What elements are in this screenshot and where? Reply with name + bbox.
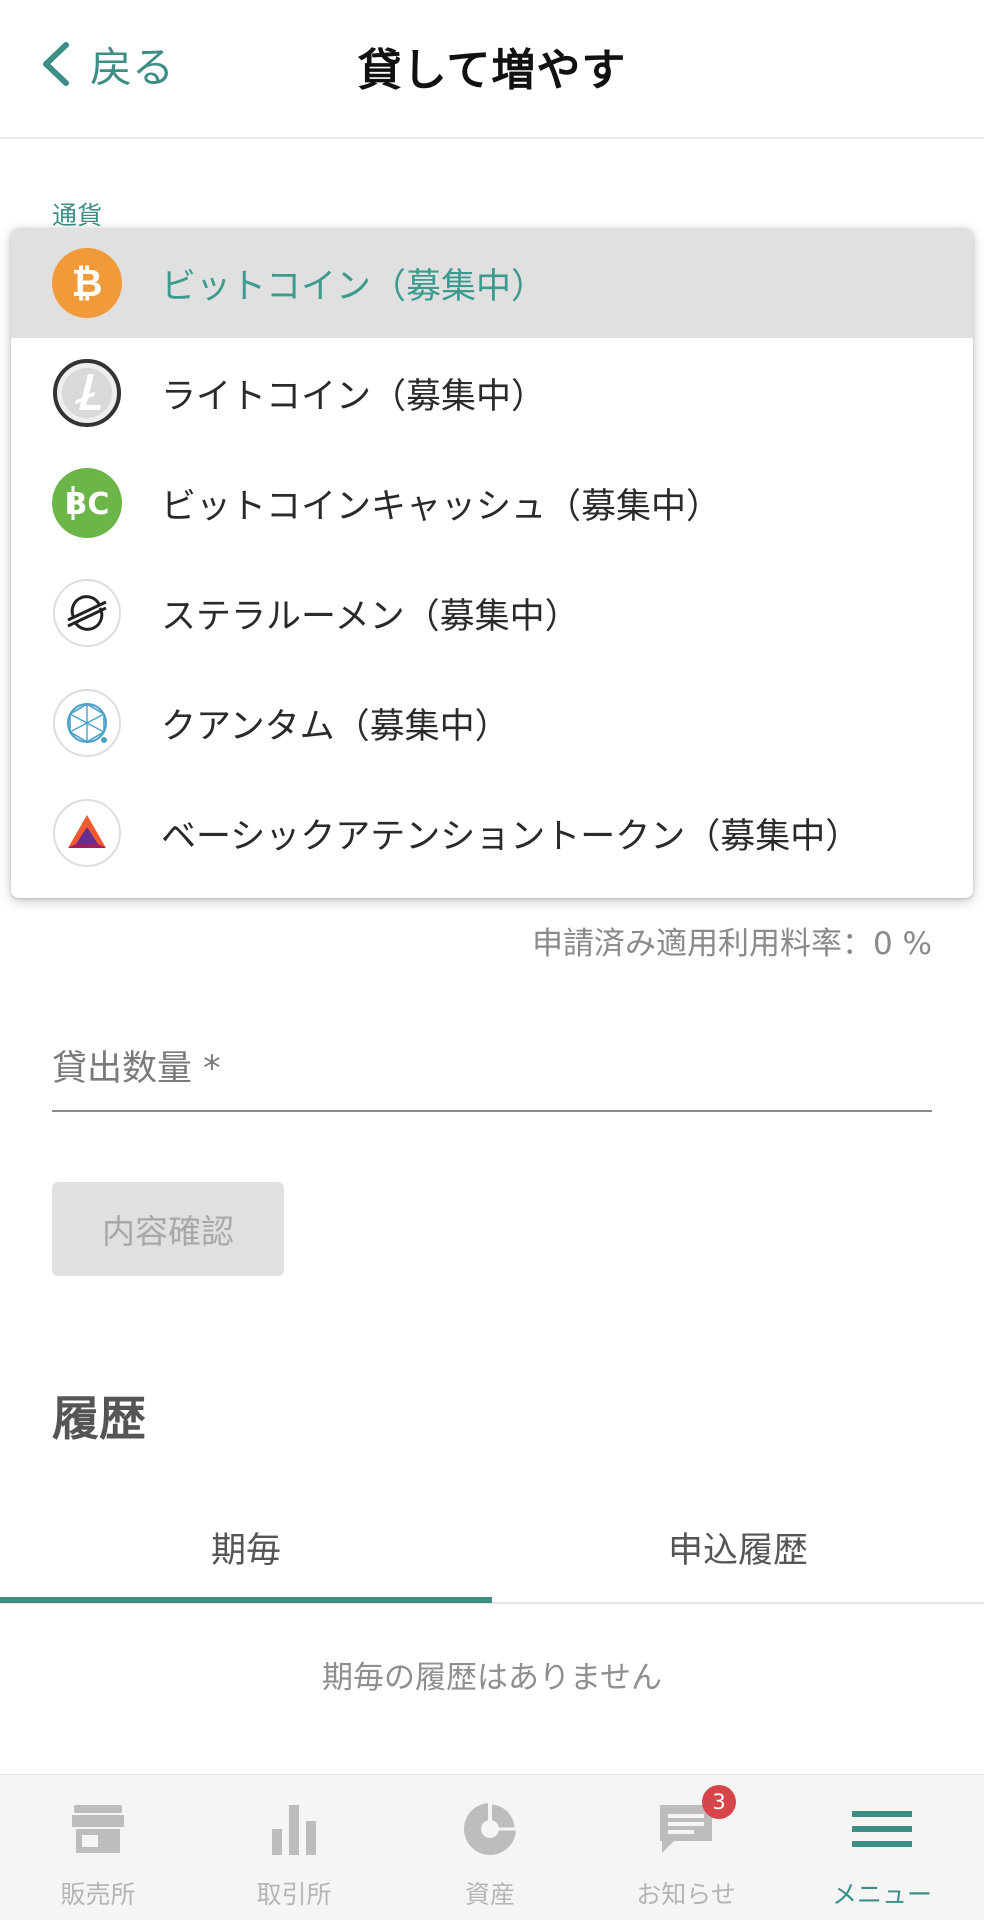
app-header: 戻る 貸して増やす: [0, 0, 984, 139]
nav-item-menu[interactable]: メニュー: [784, 1775, 980, 1920]
nav-label: 販売所: [60, 1880, 136, 1909]
input-underline: [52, 1110, 932, 1112]
option-label: クアンタム（募集中）: [161, 706, 510, 747]
currency-option-stellar[interactable]: ステラルーメン（募集中）: [11, 558, 973, 668]
active-tab-indicator: [0, 1597, 492, 1603]
bottom-navigation: 販売所 取引所 資産 3 お知らせ メニュー: [0, 1774, 984, 1920]
bitcoin-icon: ₿: [52, 248, 122, 318]
store-icon: [66, 1799, 130, 1859]
currency-option-qtum[interactable]: クアンタム（募集中）: [11, 668, 973, 778]
option-label: ベーシックアテンショントークン（募集中）: [161, 816, 861, 857]
nav-item-exchange[interactable]: 取引所: [196, 1775, 392, 1920]
history-tabs: 期毎 申込履歴: [0, 1490, 984, 1604]
nav-label: メニュー: [831, 1880, 932, 1909]
applied-rate-text: 申請済み適用利用料率：0 %: [531, 926, 932, 962]
pie-chart-icon: [458, 1799, 522, 1859]
svg-text:₿: ₿: [72, 261, 103, 305]
currency-option-bitcoin[interactable]: ₿ ビットコイン（募集中）: [11, 228, 973, 338]
confirm-button[interactable]: 内容確認: [52, 1182, 284, 1276]
currency-option-litecoin[interactable]: ライトコイン（募集中）: [11, 338, 973, 448]
nav-label: お知らせ: [636, 1880, 736, 1909]
option-label: ビットコイン（募集中）: [161, 266, 547, 307]
bar-chart-icon: [262, 1799, 326, 1859]
empty-history-message: 期毎の履歴はありません: [321, 1660, 663, 1696]
qtum-icon: [52, 688, 122, 758]
bat-icon: [52, 798, 122, 868]
lending-amount-input[interactable]: 貸出数量 *: [52, 1040, 221, 1091]
history-heading: 履歴: [52, 1392, 146, 1447]
option-label: ステラルーメン（募集中）: [161, 596, 580, 637]
currency-dropdown-menu: ₿ ビットコイン（募集中） ライトコイン（募集中） BC ビットコインキャッシュ…: [11, 228, 973, 898]
notification-badge: 3: [702, 1785, 736, 1819]
currency-option-bitcoin-cash[interactable]: BC ビットコインキャッシュ（募集中）: [11, 448, 973, 558]
option-label: ビットコインキャッシュ（募集中）: [161, 486, 722, 527]
currency-option-bat[interactable]: ベーシックアテンショントークン（募集中）: [11, 778, 973, 888]
menu-icon: [850, 1799, 914, 1859]
option-label: ライトコイン（募集中）: [161, 376, 547, 417]
tab-per-period[interactable]: 期毎: [0, 1490, 492, 1604]
tab-application-history[interactable]: 申込履歴: [492, 1490, 984, 1604]
nav-label: 資産: [464, 1880, 515, 1909]
bitcoin-cash-icon: BC: [52, 468, 122, 538]
litecoin-icon: [52, 358, 122, 428]
currency-field-label: 通貨: [52, 201, 103, 230]
nav-label: 取引所: [256, 1880, 332, 1909]
nav-item-store[interactable]: 販売所: [0, 1775, 196, 1920]
page-title: 貸して増やす: [357, 45, 627, 96]
svg-text:BC: BC: [65, 487, 110, 522]
stellar-icon: [52, 578, 122, 648]
nav-item-notifications[interactable]: 3 お知らせ: [588, 1775, 784, 1920]
nav-item-assets[interactable]: 資産: [392, 1775, 588, 1920]
